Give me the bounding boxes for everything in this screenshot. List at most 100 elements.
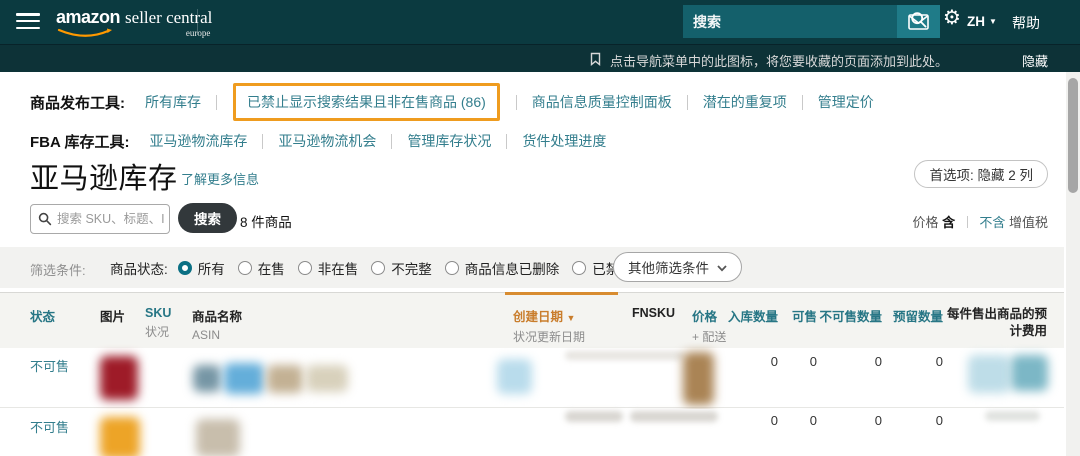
scrollbar-track[interactable] [1066, 72, 1080, 456]
hamburger-menu-icon[interactable] [16, 13, 40, 31]
scrollbar-thumb[interactable] [1068, 78, 1078, 193]
column-created-date[interactable]: 创建日期 ▼ 状况更新日期 [513, 306, 585, 345]
inventory-search-box [30, 204, 170, 234]
link-manage-pricing[interactable]: 管理定价 [818, 92, 874, 112]
fba-tools-row: FBA 库存工具: 亚马逊物流库存 亚马逊物流机会 管理库存状况 货件处理进度 [30, 129, 606, 153]
redacted-product-name [306, 365, 348, 392]
learn-more-link[interactable]: 了解更多信息 [181, 169, 259, 188]
reserved-qty: 0 [863, 354, 943, 369]
column-price-sub: + 配送 [692, 328, 726, 345]
more-filters-dropdown[interactable]: 其他筛选条件 [613, 252, 742, 282]
banner-hide-link[interactable]: 隐藏 [1022, 51, 1048, 70]
radio-icon [445, 261, 459, 275]
filter-bar: 筛选条件: 商品状态: 所有 在售 非在售 不完整 商品信息已删除 已禁止显示搜… [0, 247, 1064, 288]
inventory-search-button[interactable]: 搜索 [178, 203, 237, 233]
link-manage-inventory-health[interactable]: 管理库存状况 [407, 131, 491, 151]
column-product-name: 商品名称 ASIN [192, 306, 242, 342]
filters-label: 筛选条件: [30, 260, 86, 279]
divider [516, 95, 517, 110]
radio-label: 所有 [198, 258, 225, 278]
link-shipment-progress[interactable]: 货件处理进度 [522, 131, 606, 151]
listing-tools-label: 商品发布工具: [30, 92, 125, 113]
bookmark-icon [590, 52, 601, 71]
radio-icon [238, 261, 252, 275]
column-status[interactable]: 状态 [30, 306, 55, 325]
sort-desc-icon: ▼ [567, 313, 576, 323]
item-count: 8 件商品 [240, 211, 292, 231]
column-asin: ASIN [192, 328, 242, 342]
help-link[interactable]: 帮助 [1012, 13, 1040, 33]
radio-option-all[interactable]: 所有 [178, 258, 225, 278]
radio-option-inactive[interactable]: 非在售 [298, 258, 359, 278]
fba-tools-label: FBA 库存工具: [30, 131, 129, 152]
logo-region: europe [186, 28, 211, 38]
search-icon [38, 212, 52, 231]
chevron-down-icon [717, 260, 727, 275]
link-suppressed-inactive[interactable]: 已禁止显示搜索结果且非在售商品 (86) [247, 94, 486, 110]
radio-label: 商品信息已删除 [465, 258, 560, 278]
divider [967, 216, 968, 228]
table-row: 不可售 0 0 0 0 [0, 348, 1064, 408]
column-sku[interactable]: SKU 状况 [145, 306, 171, 340]
global-search-input[interactable] [683, 5, 897, 38]
divider [506, 134, 507, 149]
listing-tools-row: 商品发布工具: 所有库存 已禁止显示搜索结果且非在售商品 (86) 商品信息质量… [30, 84, 874, 120]
amazon-seller-central-page: amazonseller central europe ⚙ ZH▼ 帮助 点击导… [0, 0, 1080, 456]
inventory-search-input[interactable] [55, 206, 167, 232]
redacted-product-image [100, 417, 140, 456]
vat-incl-option[interactable]: 含 [942, 215, 955, 230]
redacted-fee [1011, 355, 1048, 391]
status-filter-label: 商品状态: [110, 258, 168, 278]
redacted-fee [968, 355, 1010, 393]
row-status-link[interactable]: 不可售 [30, 356, 69, 375]
divider [216, 95, 217, 110]
radio-icon [298, 261, 312, 275]
banner-message: 点击导航菜单中的此图标，将您要收藏的页面添加到此处。 [610, 51, 948, 70]
link-all-inventory[interactable]: 所有库存 [145, 92, 201, 112]
amazon-seller-central-logo[interactable]: amazonseller central europe [56, 7, 212, 28]
table-row: 不可售 0 0 0 0 [0, 409, 1064, 456]
radio-option-incomplete[interactable]: 不完整 [371, 258, 432, 278]
highlight-box: 已禁止显示搜索结果且非在售商品 (86) [233, 83, 500, 121]
link-potential-duplicates[interactable]: 潜在的重复项 [703, 92, 787, 112]
logo-brand: amazon [56, 7, 120, 27]
radio-option-active[interactable]: 在售 [238, 258, 285, 278]
column-fnsku: FNSKU [632, 306, 675, 320]
page-title: 亚马逊库存 [30, 155, 178, 197]
preferences-button[interactable]: 首选项: 隐藏 2 列 [914, 160, 1048, 188]
radio-option-deleted[interactable]: 商品信息已删除 [445, 258, 560, 278]
radio-label: 非在售 [318, 258, 359, 278]
vat-suffix: 增值税 [1009, 215, 1048, 230]
row-status-link[interactable]: 不可售 [30, 417, 69, 436]
redacted-sku [193, 365, 221, 392]
gear-icon[interactable]: ⚙ [943, 8, 961, 28]
redacted-date-text [565, 351, 685, 360]
chevron-down-icon: ▼ [989, 17, 997, 26]
divider [687, 95, 688, 110]
column-image: 图片 [100, 306, 125, 325]
column-status-updated: 状况更新日期 [513, 328, 585, 345]
divider [391, 134, 392, 149]
link-listing-quality-dashboard[interactable]: 商品信息质量控制面板 [532, 92, 672, 112]
link-fba-opportunities[interactable]: 亚马逊物流机会 [278, 131, 376, 151]
link-fba-inventory[interactable]: 亚马逊物流库存 [149, 131, 247, 151]
column-condition: 状况 [145, 323, 171, 340]
column-name-label: 商品名称 [192, 310, 242, 324]
mail-icon[interactable] [908, 14, 929, 30]
more-filters-label: 其他筛选条件 [628, 257, 709, 277]
vat-excl-option[interactable]: 不含 [979, 215, 1005, 230]
column-estimated-fee: 每件售出商品的预计费用 [947, 306, 1047, 340]
radio-icon [371, 261, 385, 275]
language-selector[interactable]: ZH▼ [967, 14, 997, 29]
redacted-product-name [267, 365, 303, 393]
column-sku-label: SKU [145, 306, 171, 320]
redacted-date-text [565, 411, 623, 422]
column-reserved[interactable]: 预留数量 [863, 306, 943, 325]
radio-label: 不完整 [391, 258, 432, 278]
column-created-label: 创建日期 [513, 310, 563, 324]
favorites-hint-banner: 点击导航菜单中的此图标，将您要收藏的页面添加到此处。 隐藏 [0, 44, 1080, 72]
amazon-smile-icon [57, 25, 113, 43]
inventory-table-header: 状态 图片 SKU状况 商品名称ASIN 创建日期 ▼状况更新日期 FNSKU … [0, 292, 1064, 348]
redacted-product-image [100, 356, 138, 400]
radio-selected-icon [178, 261, 192, 275]
